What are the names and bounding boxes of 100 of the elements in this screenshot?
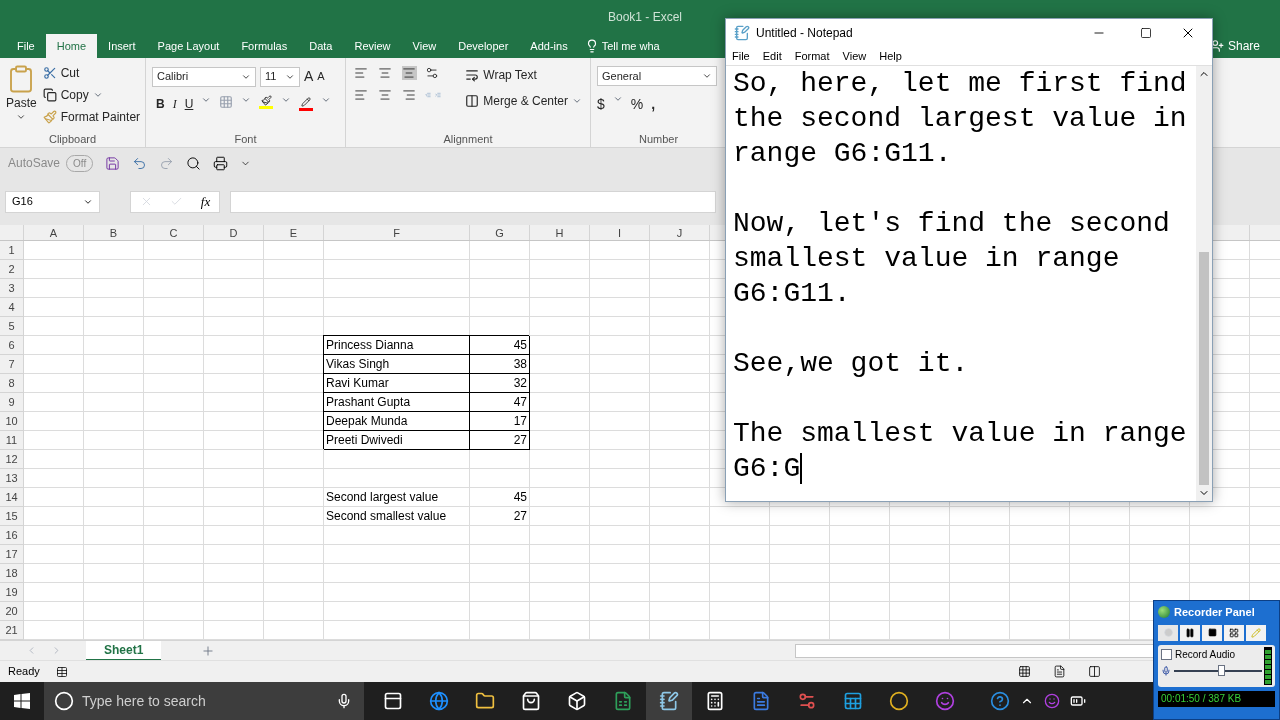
ribbon-tab[interactable]: Page Layout (146, 34, 231, 58)
middle-align-icon[interactable] (377, 66, 392, 80)
page-break-icon[interactable] (1087, 665, 1101, 678)
share-button[interactable]: Share (1209, 34, 1260, 58)
ribbon-tab[interactable]: Developer (447, 34, 520, 58)
column-header[interactable]: D (204, 225, 264, 240)
caret-icon[interactable] (612, 94, 623, 104)
align-left-icon[interactable] (354, 88, 368, 102)
tell-me-button[interactable]: Tell me wha (578, 34, 660, 58)
scrollbar[interactable] (1196, 66, 1212, 501)
search-field[interactable]: Type here to search (44, 682, 364, 720)
row-header[interactable]: 13 (0, 469, 24, 488)
number-format-dropdown[interactable]: General (597, 66, 717, 86)
column-header[interactable]: J (650, 225, 710, 240)
volume-slider[interactable] (1174, 664, 1262, 677)
column-header[interactable]: A (24, 225, 84, 240)
ribbon-tab[interactable]: View (401, 34, 448, 58)
row-header[interactable]: 2 (0, 260, 24, 279)
pause-button[interactable] (1180, 624, 1200, 641)
caret-icon[interactable] (241, 95, 252, 105)
bottom-align-icon[interactable] (401, 66, 418, 80)
menu-item[interactable]: View (842, 47, 867, 65)
row-header[interactable]: 7 (0, 355, 24, 374)
normal-view-icon[interactable] (1017, 665, 1031, 678)
menu-item[interactable]: Help (879, 47, 902, 65)
row-header[interactable]: 1 (0, 241, 24, 260)
ribbon-tab[interactable]: Add-ins (519, 34, 579, 58)
merge-center-button[interactable]: Merge & Center (465, 92, 568, 110)
copy-button[interactable]: Copy (42, 86, 89, 104)
row-header[interactable]: 14 (0, 488, 24, 507)
shrink-font-button[interactable]: A (317, 68, 325, 85)
ribbon-tab[interactable]: Insert (97, 34, 147, 58)
record-button[interactable] (1158, 624, 1178, 641)
caret-icon[interactable] (281, 95, 292, 105)
horizontal-scrollbar[interactable] (795, 643, 1156, 658)
ribbon-tab[interactable]: Formulas (230, 34, 299, 58)
row-header[interactable]: 5 (0, 317, 24, 336)
column-header[interactable]: B (84, 225, 144, 240)
sheet-tab[interactable]: Sheet1 (86, 640, 162, 661)
borders-icon[interactable] (219, 95, 234, 109)
help-icon[interactable] (990, 691, 1010, 711)
caret-icon[interactable] (321, 95, 332, 105)
font-color-icon[interactable] (299, 95, 314, 111)
top-align-icon[interactable] (354, 66, 368, 80)
row-header[interactable]: 9 (0, 393, 24, 412)
ribbon-tab[interactable]: File (6, 34, 46, 58)
row-header[interactable]: 15 (0, 507, 24, 526)
font-size-dropdown[interactable]: 11 (260, 66, 300, 87)
bold-button[interactable]: B (156, 95, 165, 113)
align-center-icon[interactable] (377, 88, 392, 102)
row-header[interactable]: 18 (0, 564, 24, 583)
italic-button[interactable]: I (172, 95, 177, 113)
column-header[interactable]: E (264, 225, 324, 240)
caret-icon[interactable] (92, 90, 103, 100)
ribbon-tab[interactable]: Review (343, 34, 402, 58)
row-header[interactable]: 12 (0, 450, 24, 469)
page-layout-icon[interactable] (1052, 665, 1066, 678)
stop-button[interactable] (1202, 624, 1222, 641)
row-header[interactable]: 3 (0, 279, 24, 298)
print-preview-icon[interactable] (186, 155, 202, 171)
row-header[interactable]: 16 (0, 526, 24, 545)
smile-icon[interactable] (1044, 693, 1060, 709)
cut-button[interactable]: Cut (42, 64, 141, 82)
scroll-thumb[interactable] (1199, 252, 1209, 485)
ribbon-tab[interactable]: Data (298, 34, 344, 58)
undo-icon[interactable] (132, 155, 148, 171)
row-header[interactable]: 4 (0, 298, 24, 317)
battery-icon[interactable] (1070, 693, 1086, 709)
wrap-text-button[interactable]: Wrap Text (465, 66, 582, 84)
macro-icon[interactable] (55, 665, 68, 678)
percent-button[interactable]: % (630, 94, 644, 115)
column-header[interactable]: H (530, 225, 590, 240)
maximize-icon[interactable] (1140, 27, 1152, 39)
ribbon-tab[interactable]: Home (45, 34, 98, 58)
formula-field[interactable] (230, 190, 716, 213)
currency-button[interactable]: $ (597, 94, 605, 115)
column-header[interactable]: I (590, 225, 650, 240)
align-right-icon[interactable] (401, 88, 416, 102)
paste-button[interactable]: Paste (6, 64, 37, 131)
record-audio-checkbox[interactable] (1161, 648, 1172, 660)
caret-icon[interactable] (201, 95, 212, 105)
row-header[interactable]: 21 (0, 621, 24, 640)
menu-item[interactable]: File (732, 47, 750, 65)
pencil-button[interactable] (1246, 624, 1266, 641)
function-button[interactable]: fx (200, 191, 211, 212)
comma-button[interactable]: , (651, 94, 656, 115)
row-header[interactable]: 10 (0, 412, 24, 431)
name-box[interactable]: G16 (5, 190, 100, 213)
notepad-icon[interactable] (646, 682, 692, 720)
column-header[interactable]: G (470, 225, 530, 240)
slider-thumb[interactable] (1218, 665, 1226, 676)
fill-color-icon[interactable] (259, 95, 274, 109)
underline-button[interactable]: U (184, 95, 194, 113)
font-name-dropdown[interactable]: Calibri (152, 66, 256, 87)
row-header[interactable]: 17 (0, 545, 24, 564)
column-header[interactable]: F (324, 225, 470, 240)
menu-item[interactable]: Edit (762, 47, 782, 65)
row-header[interactable]: 11 (0, 431, 24, 450)
column-header[interactable]: C (144, 225, 204, 240)
save-icon[interactable] (105, 155, 121, 171)
